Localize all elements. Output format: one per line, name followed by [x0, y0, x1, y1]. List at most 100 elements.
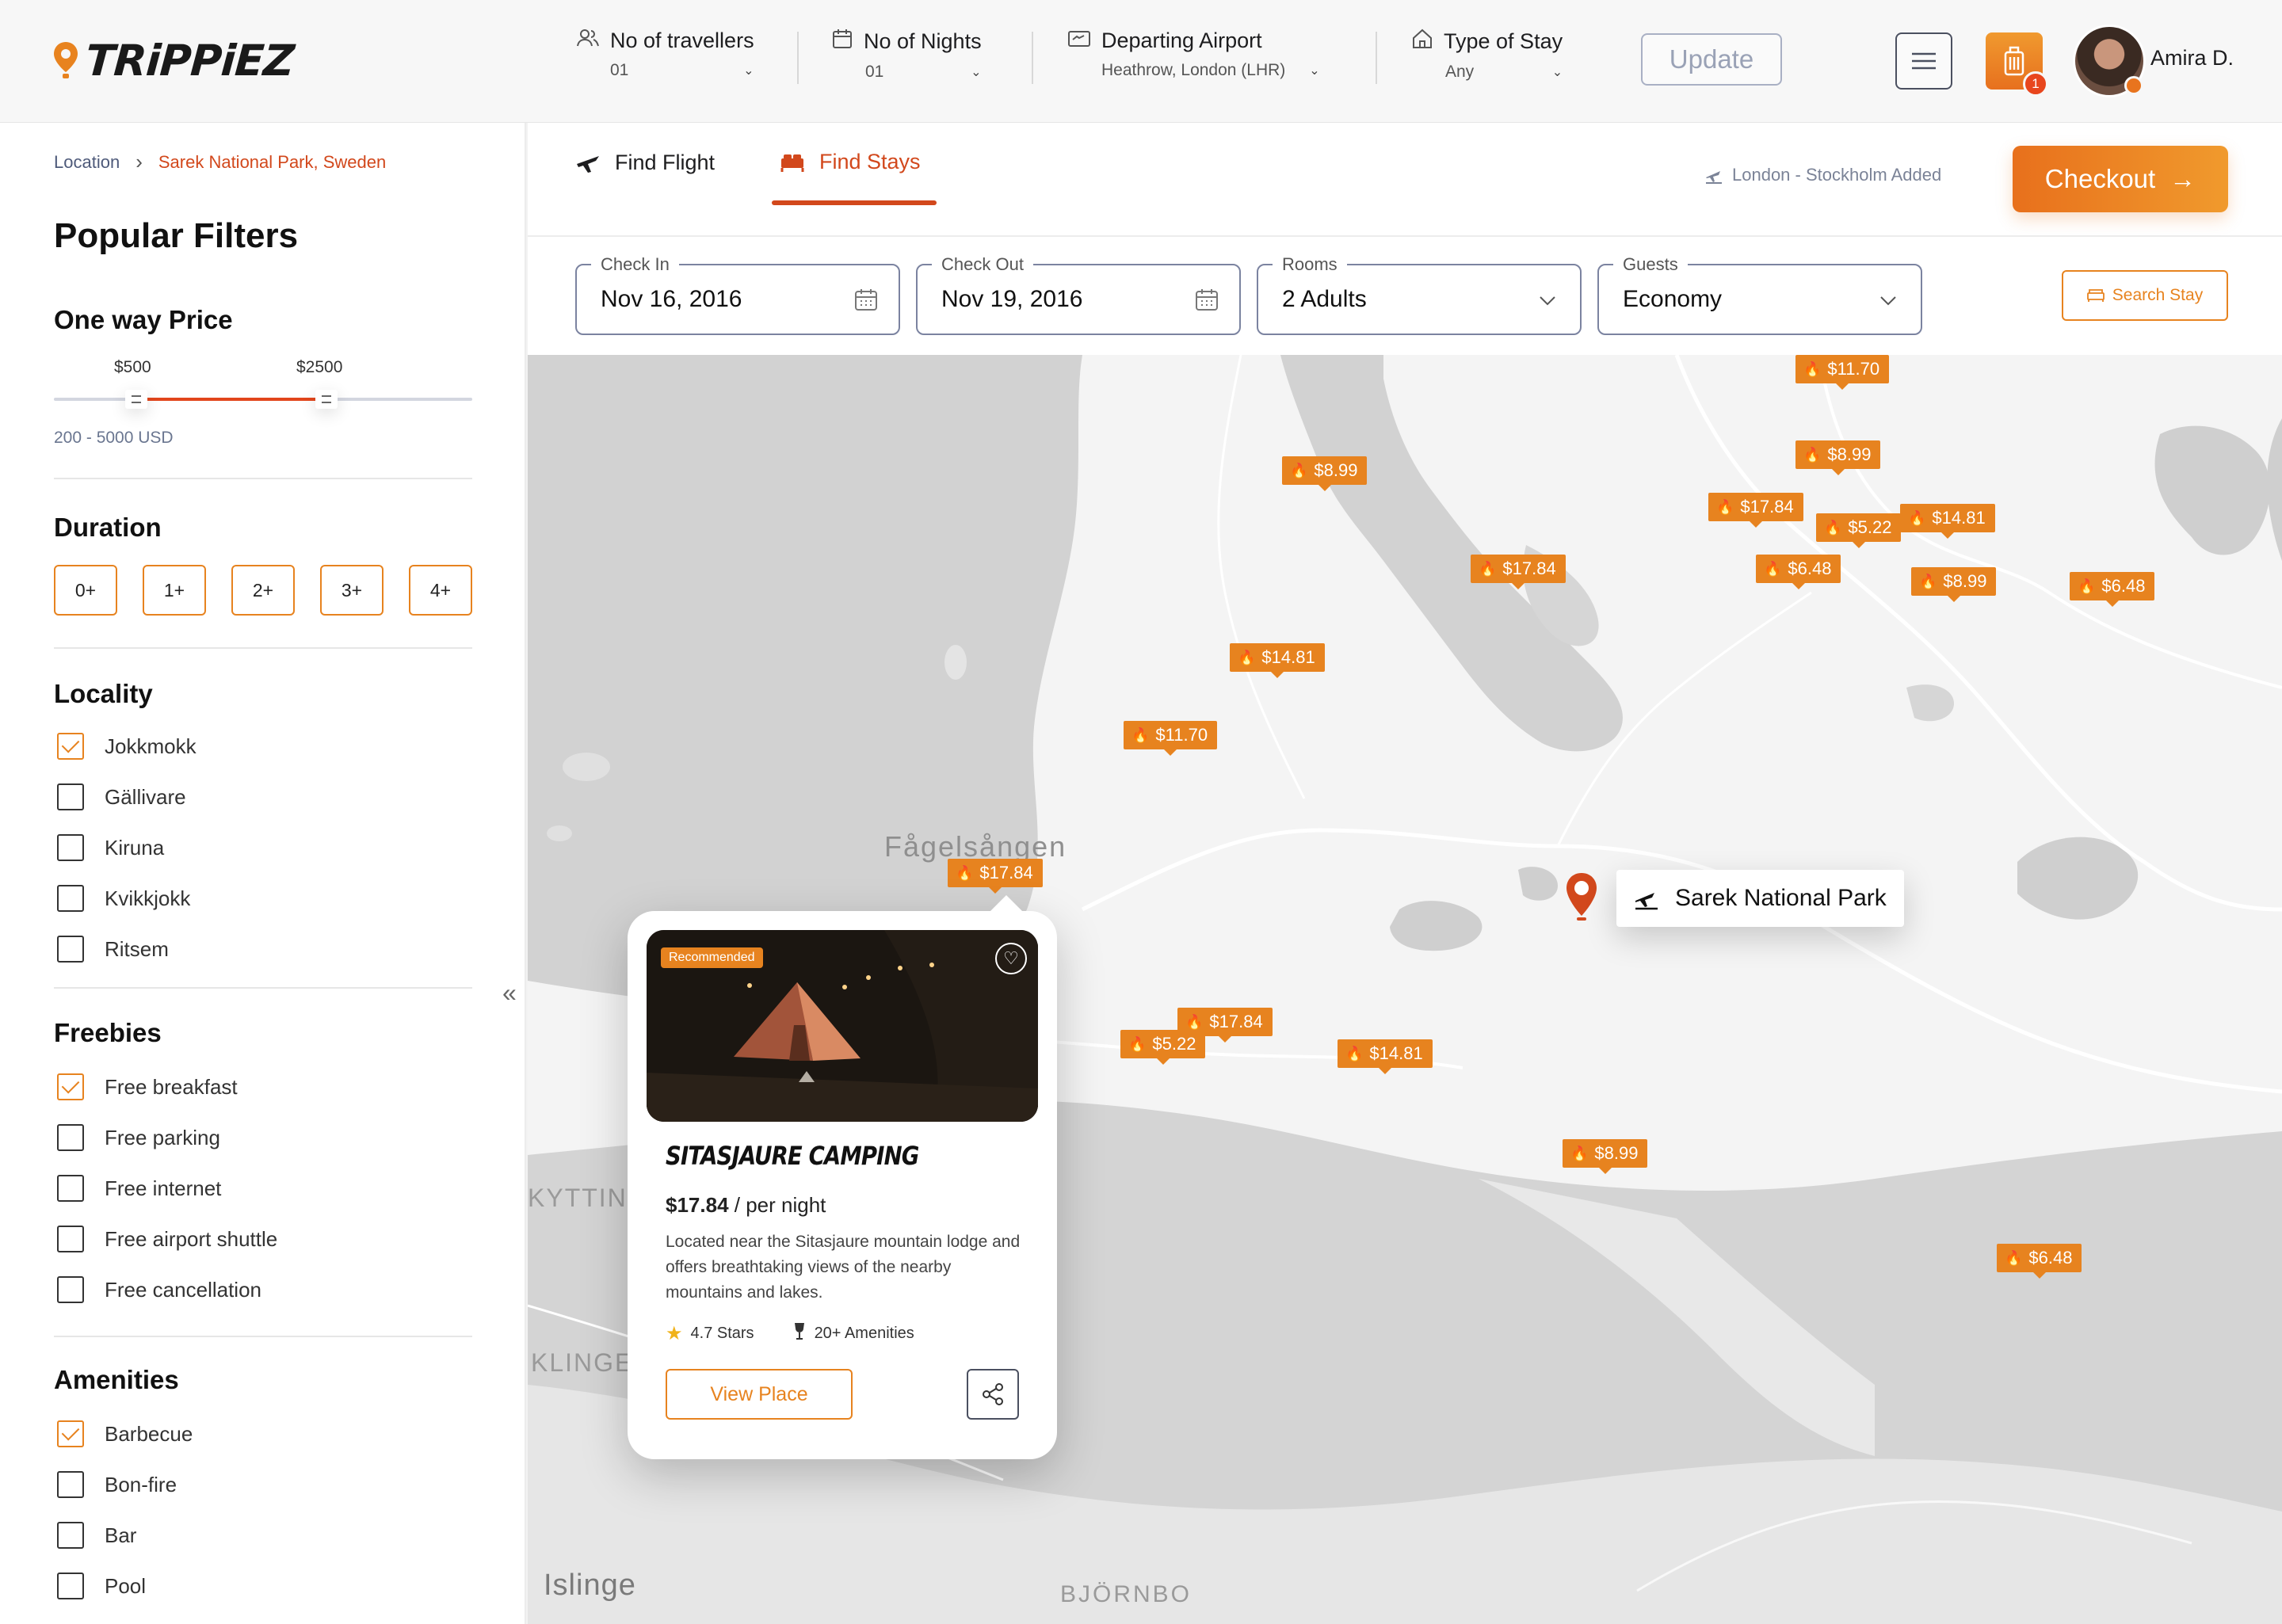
chevron-down-icon[interactable]	[1879, 295, 1897, 307]
price-tag[interactable]: 🔥 $6.48	[1997, 1244, 2082, 1279]
avatar-chevron-icon[interactable]	[2124, 76, 2143, 95]
chevron-down-icon[interactable]	[1539, 295, 1556, 307]
checkbox[interactable]	[57, 885, 84, 912]
wine-glass-icon	[792, 1321, 807, 1345]
nights-field[interactable]: No of Nights 01 ⌄	[832, 29, 982, 86]
duration-option[interactable]: 1+	[143, 565, 206, 616]
price-tag-value: $17.84	[1740, 497, 1794, 517]
check-out-field[interactable]: Check Out Nov 19, 2016	[916, 254, 1241, 335]
collapse-sidebar-icon[interactable]: «	[502, 978, 517, 1008]
checkbox[interactable]	[57, 783, 84, 810]
price-tag[interactable]: 🔥 $14.81	[1338, 1039, 1433, 1074]
tab-find-stays[interactable]: Find Stays	[780, 150, 921, 174]
price-tag[interactable]: 🔥 $17.84	[1708, 493, 1803, 528]
checkbox[interactable]	[57, 936, 84, 963]
price-tag[interactable]: 🔥 $6.48	[2070, 572, 2155, 607]
price-tag[interactable]: 🔥 $5.22	[1120, 1030, 1206, 1065]
freebie-option[interactable]: Free airport shuttle	[57, 1226, 277, 1252]
calendar-icon[interactable]	[1195, 288, 1219, 311]
header-divider	[797, 32, 799, 84]
tab-find-flight[interactable]: Find Flight	[575, 150, 715, 175]
locality-option[interactable]: Kiruna	[57, 834, 164, 861]
check-in-field[interactable]: Check In Nov 16, 2016	[575, 254, 900, 335]
price-tag-value: $8.99	[1827, 444, 1872, 464]
checkbox[interactable]	[57, 1471, 84, 1498]
travellers-field[interactable]: No of travellers 01 ⌄	[577, 29, 754, 86]
price-slider-max-handle[interactable]	[315, 390, 338, 409]
amenity-option[interactable]: Bon-fire	[57, 1471, 177, 1498]
amenity-option[interactable]: Pool	[57, 1573, 146, 1599]
freebie-option[interactable]: Free breakfast	[57, 1073, 238, 1100]
stay-card[interactable]: Recommended ♡ SITASJAURE CAMPING $17.84 …	[628, 895, 1057, 1459]
price-tag[interactable]: 🔥 $8.99	[1911, 567, 1997, 602]
checkbox[interactable]	[57, 1124, 84, 1151]
breadcrumb-root[interactable]: Location	[54, 152, 120, 173]
amenities-text: 20+ Amenities	[814, 1324, 914, 1342]
chevron-down-icon[interactable]: ⌄	[971, 64, 981, 80]
freebie-option[interactable]: Free internet	[57, 1175, 221, 1202]
price-heading: One way Price	[54, 305, 233, 334]
duration-option[interactable]: 2+	[231, 565, 295, 616]
share-icon	[983, 1383, 1003, 1405]
duration-option[interactable]: 0+	[54, 565, 117, 616]
checkbox[interactable]	[57, 1420, 84, 1447]
price-tag[interactable]: 🔥 $8.99	[1795, 440, 1881, 475]
locality-option[interactable]: Ritsem	[57, 936, 169, 963]
guests-select[interactable]: Guests Economy	[1597, 254, 1922, 335]
stay-photo[interactable]: Recommended ♡	[647, 930, 1038, 1122]
rating-text: 4.7 Stars	[690, 1324, 754, 1342]
rooms-select[interactable]: Rooms 2 Adults	[1257, 254, 1582, 335]
duration-option[interactable]: 4+	[409, 565, 472, 616]
amenity-option[interactable]: Bar	[57, 1522, 136, 1549]
price-tag[interactable]: 🔥 $8.99	[1282, 456, 1368, 491]
chevron-down-icon[interactable]: ⌄	[1309, 63, 1319, 78]
locality-option[interactable]: Kvikkjokk	[57, 885, 190, 912]
price-tag[interactable]: 🔥 $14.81	[1900, 504, 1995, 539]
share-button[interactable]	[967, 1369, 1019, 1420]
checkout-button[interactable]: Checkout →	[2013, 146, 2228, 212]
rooms-value: 2 Adults	[1282, 286, 1367, 312]
app-logo[interactable]: TRiPPiEZ	[52, 36, 296, 86]
locality-option[interactable]: Gällivare	[57, 783, 186, 810]
chevron-down-icon[interactable]: ⌄	[743, 63, 754, 78]
price-tag[interactable]: 🔥 $6.48	[1756, 555, 1841, 589]
freebie-option[interactable]: Free cancellation	[57, 1276, 261, 1303]
price-slider-min-handle[interactable]	[125, 390, 147, 409]
park-popup[interactable]: Sarek National Park	[1616, 870, 1904, 927]
checkbox[interactable]	[57, 733, 84, 760]
checkbox[interactable]	[57, 1276, 84, 1303]
duration-option[interactable]: 3+	[320, 565, 384, 616]
price-tag[interactable]: 🔥 $5.22	[1816, 513, 1902, 548]
checkbox[interactable]	[57, 834, 84, 861]
calendar-icon[interactable]	[854, 288, 878, 311]
price-tag[interactable]: 🔥 $17.84	[948, 859, 1043, 894]
heart-icon[interactable]: ♡	[995, 943, 1027, 974]
airport-field[interactable]: Departing Airport Heathrow, London (LHR)…	[1068, 29, 1320, 86]
checkbox[interactable]	[57, 1522, 84, 1549]
chevron-down-icon[interactable]: ⌄	[1552, 64, 1563, 80]
price-tag[interactable]: 🔥 $14.81	[1230, 643, 1325, 678]
checkbox[interactable]	[57, 1573, 84, 1599]
checkbox[interactable]	[57, 1175, 84, 1202]
checkbox[interactable]	[57, 1073, 84, 1100]
price-tag[interactable]: 🔥 $11.70	[1124, 721, 1218, 756]
checkbox[interactable]	[57, 1226, 84, 1252]
search-stay-button[interactable]: Search Stay	[2062, 270, 2228, 321]
locality-option[interactable]: Jokkmokk	[57, 733, 197, 760]
map-view[interactable]: Fågelsången KYTTING KLINGE Islinge BJÖRN…	[528, 355, 2282, 1624]
price-tag-value: $8.99	[1943, 571, 1987, 591]
price-tag[interactable]: 🔥 $17.84	[1471, 555, 1566, 589]
bed-icon	[780, 154, 804, 172]
price-tag[interactable]: 🔥 $8.99	[1563, 1139, 1648, 1174]
menu-button[interactable]	[1895, 32, 1952, 90]
price-tag[interactable]: 🔥 $11.70	[1795, 355, 1890, 390]
view-place-button[interactable]: View Place	[666, 1369, 853, 1420]
update-button[interactable]: Update	[1641, 33, 1782, 86]
price-slider-range	[136, 398, 326, 401]
map-marker-icon[interactable]	[1564, 871, 1599, 922]
travellers-value: 01	[610, 61, 629, 79]
amenity-option[interactable]: Barbecue	[57, 1420, 193, 1447]
user-name[interactable]: Amira D.	[2150, 46, 2234, 71]
stay-type-field[interactable]: Type of Stay Any ⌄	[1412, 29, 1563, 86]
freebie-option[interactable]: Free parking	[57, 1124, 220, 1151]
